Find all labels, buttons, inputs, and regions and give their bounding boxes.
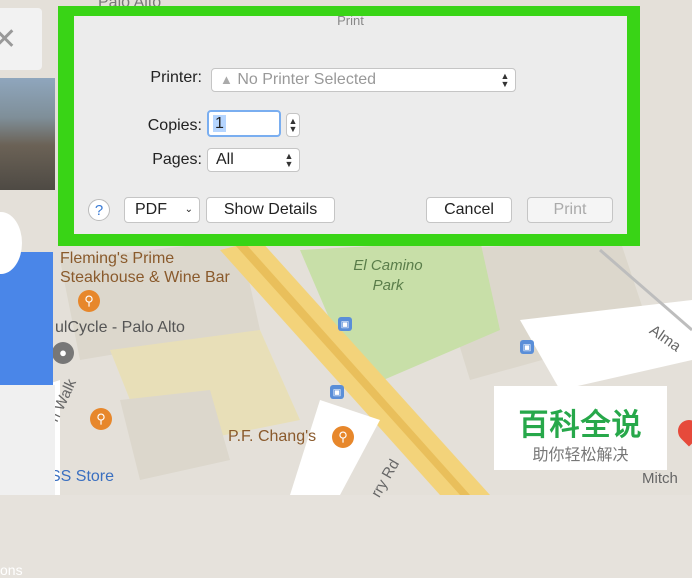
restaurant-icon[interactable]: ⚲ — [332, 426, 354, 448]
warning-triangle-icon: ▲ — [220, 72, 233, 87]
panel-lower — [0, 385, 55, 495]
pdf-button[interactable]: PDF ⌄ — [124, 197, 200, 223]
place-photo[interactable] — [0, 78, 55, 190]
place-label-pf-changs[interactable]: P.F. Chang's — [228, 428, 316, 446]
print-dialog: Print Printer: ▲ No Printer Selected ▲ ▼ … — [74, 16, 627, 234]
close-icon[interactable]: ✕ — [0, 22, 17, 57]
bus-stop-icon[interactable]: ▣ — [330, 385, 344, 399]
watermark-logo: 百科全说 助你轻松解决 — [494, 386, 667, 470]
close-button[interactable]: ✕ — [0, 8, 42, 70]
printer-select[interactable]: ▲ No Printer Selected ▲ ▼ — [211, 68, 516, 92]
show-details-button[interactable]: Show Details — [206, 197, 335, 223]
print-button[interactable]: Print — [527, 197, 613, 223]
gym-icon[interactable]: ● — [52, 342, 74, 364]
copies-field[interactable]: 1 — [207, 110, 281, 137]
directions-label: ons — [0, 562, 23, 578]
place-label-flemings-sub[interactable]: Steakhouse & Wine Bar — [60, 269, 230, 287]
restaurant-icon[interactable]: ⚲ — [78, 290, 100, 312]
copies-value: 1 — [213, 115, 226, 132]
left-panel: ✕ ons — [0, 0, 55, 578]
help-button[interactable]: ? — [88, 199, 110, 221]
bus-stop-icon[interactable]: ▣ — [338, 317, 352, 331]
watermark-subtitle: 助你轻松解决 — [532, 447, 629, 464]
watermark-title: 百科全说 — [518, 409, 643, 442]
bus-stop-icon[interactable]: ▣ — [520, 340, 534, 354]
pages-value: All — [216, 151, 234, 168]
restaurant-icon[interactable]: ⚲ — [90, 408, 112, 430]
copies-label: Copies: — [147, 117, 202, 134]
park-label[interactable]: El Camino Park — [343, 256, 433, 296]
cancel-button[interactable]: Cancel — [426, 197, 512, 223]
place-label-store[interactable]: SS Store — [50, 468, 114, 486]
chevron-down-icon: ⌄ — [184, 204, 193, 215]
printer-value: No Printer Selected — [237, 71, 377, 88]
pages-select[interactable]: All ▲ ▼ — [207, 148, 300, 172]
street-label-mitch: Mitch — [642, 470, 678, 487]
place-label-soulcycle[interactable]: ulCycle - Palo Alto — [55, 319, 185, 337]
pages-label: Pages: — [152, 151, 202, 168]
printer-label: Printer: — [150, 69, 202, 86]
chevron-updown-icon: ▲ ▼ — [500, 71, 510, 89]
park-label-line2: Park — [372, 277, 404, 294]
pdf-label: PDF — [135, 201, 167, 218]
stepper-icon: ▲ ▼ — [288, 116, 298, 134]
place-label-flemings[interactable]: Fleming's Prime — [60, 250, 174, 268]
chevron-updown-icon: ▲ ▼ — [284, 151, 294, 169]
dialog-title: Print — [337, 16, 364, 28]
park-label-line1: El Camino — [353, 257, 423, 274]
copies-stepper[interactable]: ▲ ▼ — [286, 113, 300, 137]
